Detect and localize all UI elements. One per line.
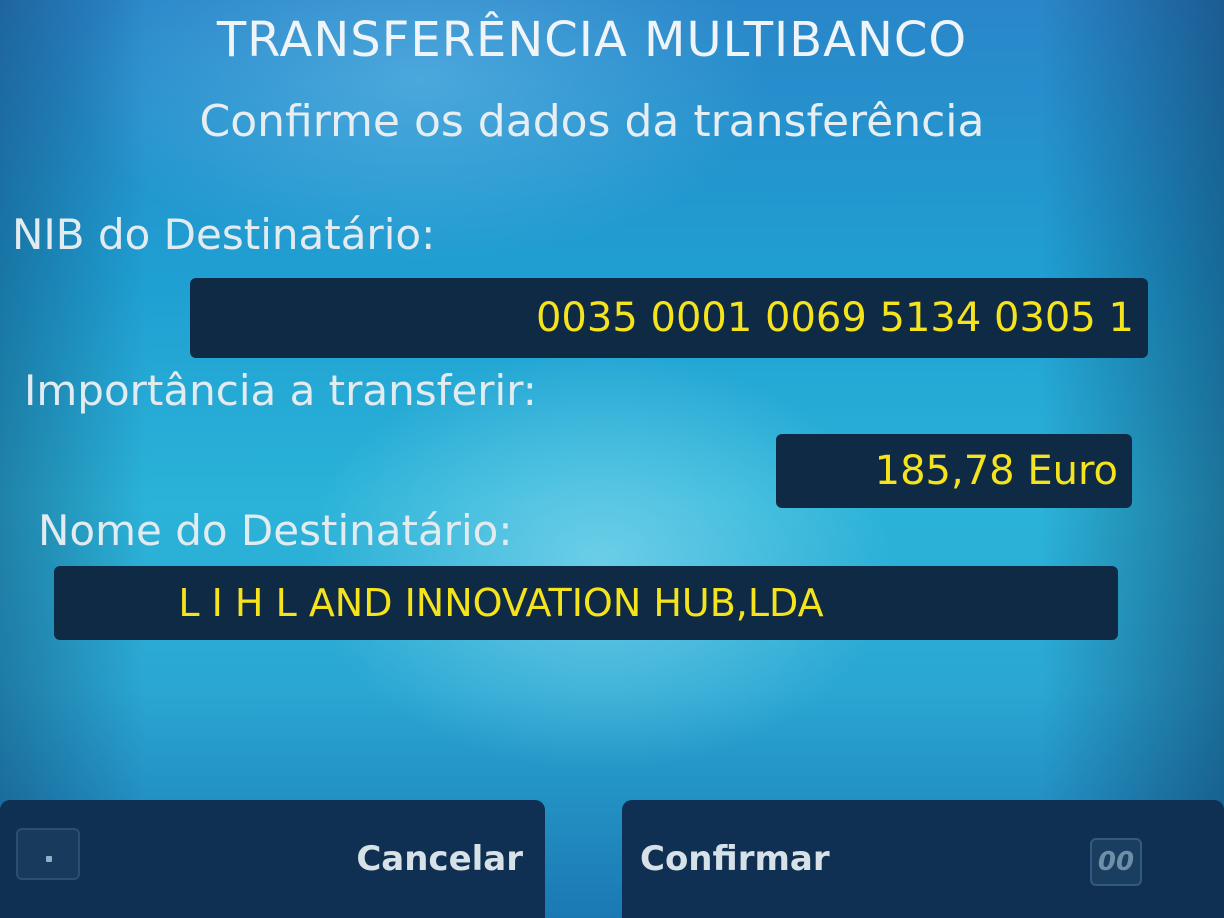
amount-value: 185,78 Euro xyxy=(874,448,1118,494)
amount-value-box: 185,78 Euro xyxy=(776,434,1132,508)
recipient-name-label: Nome do Destinatário: xyxy=(38,506,513,555)
screen-title: TRANSFERÊNCIA MULTIBANCO xyxy=(216,12,968,68)
recipient-name-box: L I H L AND INNOVATION HUB,LDA xyxy=(54,566,1118,640)
card-slot-icon xyxy=(16,828,80,880)
screen-subtitle: Confirme os dados da transferência xyxy=(199,96,985,147)
nib-value: 0035 0001 0069 5134 0305 1 xyxy=(535,295,1134,341)
amount-label: Importância a transferir: xyxy=(24,366,537,415)
card-slot-dot xyxy=(46,856,52,862)
confirm-button-label: Confirmar xyxy=(640,839,830,879)
recipient-name-value: L I H L AND INNOVATION HUB,LDA xyxy=(178,581,824,625)
atm-screen: TRANSFERÊNCIA MULTIBANCO Confirme os dad… xyxy=(0,0,1224,918)
timer-indicator: 00 xyxy=(1090,838,1142,886)
nib-label: NIB do Destinatário: xyxy=(12,210,436,259)
nib-value-box: 0035 0001 0069 5134 0305 1 xyxy=(190,278,1148,358)
cancel-button-label: Cancelar xyxy=(356,839,523,879)
cancel-button[interactable]: Cancelar xyxy=(0,800,545,918)
